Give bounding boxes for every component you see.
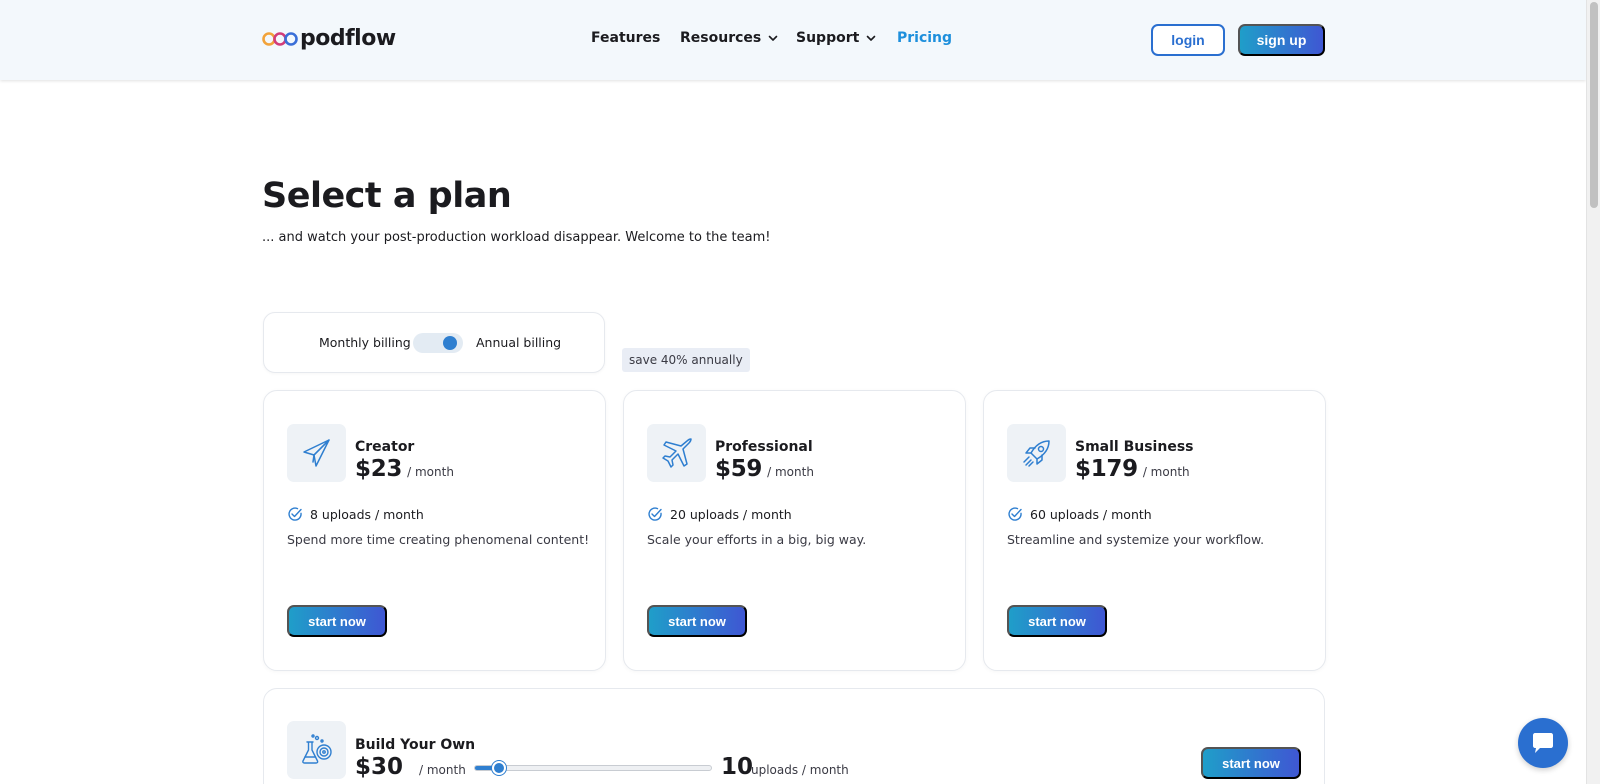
billing-toggle[interactable]	[413, 333, 463, 353]
page-scrollbar[interactable]	[1586, 0, 1600, 784]
nav-resources[interactable]: Resources	[680, 30, 779, 46]
plan-price: $23	[355, 456, 403, 482]
plan-card-professional: Professional $59 / month 20 uploads / mo…	[623, 390, 966, 671]
uploads-count-label: uploads / month	[751, 763, 849, 777]
plan-price: $179	[1075, 456, 1138, 482]
chevron-down-icon	[867, 35, 876, 41]
nav-resources-label: Resources	[680, 30, 762, 46]
plan-period: / month	[1142, 465, 1190, 479]
signup-button[interactable]: sign up	[1238, 24, 1325, 56]
top-navbar: podflow Features Resources Support Prici…	[0, 0, 1586, 80]
page-scrollbar-thumb[interactable]	[1590, 2, 1598, 208]
plan-price-row: $59 / month	[715, 456, 814, 482]
plan-description: Scale your efforts in a big, big way.	[647, 532, 867, 547]
start-now-button-creator[interactable]: start now	[287, 605, 387, 637]
chevron-down-icon	[768, 35, 778, 41]
plan-icon-box	[287, 721, 346, 779]
nav-features-label: Features	[591, 30, 661, 46]
billing-toggle-box: Monthly billing Annual billing	[263, 312, 605, 373]
plan-feature: 20 uploads / month	[647, 506, 792, 522]
page-subtitle: ... and watch your post-production workl…	[262, 230, 771, 245]
plan-period: / month	[407, 465, 454, 479]
chat-bubble-icon	[1533, 733, 1553, 753]
plan-period: / month	[767, 465, 814, 479]
nav-support-label: Support	[796, 30, 860, 46]
plan-price-row: $23 / month	[355, 456, 454, 482]
plan-icon-box	[647, 424, 706, 482]
plan-description: Spend more time creating phenomenal cont…	[287, 532, 590, 547]
lab-flask-icon	[301, 734, 332, 764]
logo-text: podflow	[300, 26, 396, 51]
plan-feature-text: 60 uploads / month	[1030, 506, 1152, 522]
logo-rings-icon	[262, 31, 298, 46]
uploads-slider-thumb[interactable]	[491, 761, 506, 775]
paper-plane-icon	[302, 439, 330, 467]
billing-toggle-knob	[443, 336, 457, 350]
plan-feature-text: 20 uploads / month	[670, 506, 792, 522]
nav-support[interactable]: Support	[796, 30, 877, 46]
save-badge: save 40% annually	[622, 348, 750, 372]
monthly-billing-label[interactable]: Monthly billing	[319, 335, 411, 350]
plan-feature: 60 uploads / month	[1007, 506, 1152, 522]
plan-price-row: $179 / month	[1075, 456, 1190, 482]
annual-billing-label[interactable]: Annual billing	[476, 335, 561, 350]
uploads-slider[interactable]	[474, 761, 712, 775]
nav-pricing[interactable]: Pricing	[897, 30, 952, 46]
podflow-logo[interactable]: podflow	[262, 26, 396, 51]
plan-price: $30	[355, 754, 404, 780]
plan-card-build-your-own: Build Your Own $30 / month 10 uploads / …	[263, 688, 1325, 784]
check-circle-icon	[288, 507, 302, 521]
plan-icon-box	[1007, 424, 1066, 482]
plan-name: Creator	[355, 439, 415, 455]
plan-description: Streamline and systemize your workflow.	[1007, 532, 1265, 547]
login-button[interactable]: login	[1151, 24, 1225, 56]
start-now-button-small-business[interactable]: start now	[1007, 605, 1107, 637]
plan-name: Small Business	[1075, 439, 1194, 455]
plan-name: Build Your Own	[355, 737, 476, 753]
uploads-count: 10	[721, 754, 754, 780]
nav-features[interactable]: Features	[591, 30, 660, 46]
rocket-icon	[1022, 440, 1050, 467]
page-title: Select a plan	[262, 176, 512, 216]
chat-button[interactable]	[1518, 718, 1568, 768]
plan-icon-box	[287, 424, 346, 482]
plan-period: / month	[419, 763, 466, 777]
check-circle-icon	[648, 507, 662, 521]
airplane-icon	[661, 438, 692, 468]
plan-feature: 8 uploads / month	[287, 506, 424, 522]
plan-card-small-business: Small Business $179 / month 60 uploads /…	[983, 390, 1326, 671]
check-circle-icon	[1008, 507, 1022, 521]
start-now-button-build-your-own[interactable]: start now	[1201, 747, 1301, 779]
plan-name: Professional	[715, 439, 813, 455]
plan-feature-text: 8 uploads / month	[310, 506, 424, 522]
plan-price: $59	[715, 456, 763, 482]
nav-pricing-label: Pricing	[897, 30, 953, 46]
plan-card-creator: Creator $23 / month 8 uploads / month Sp…	[263, 390, 606, 671]
start-now-button-professional[interactable]: start now	[647, 605, 747, 637]
